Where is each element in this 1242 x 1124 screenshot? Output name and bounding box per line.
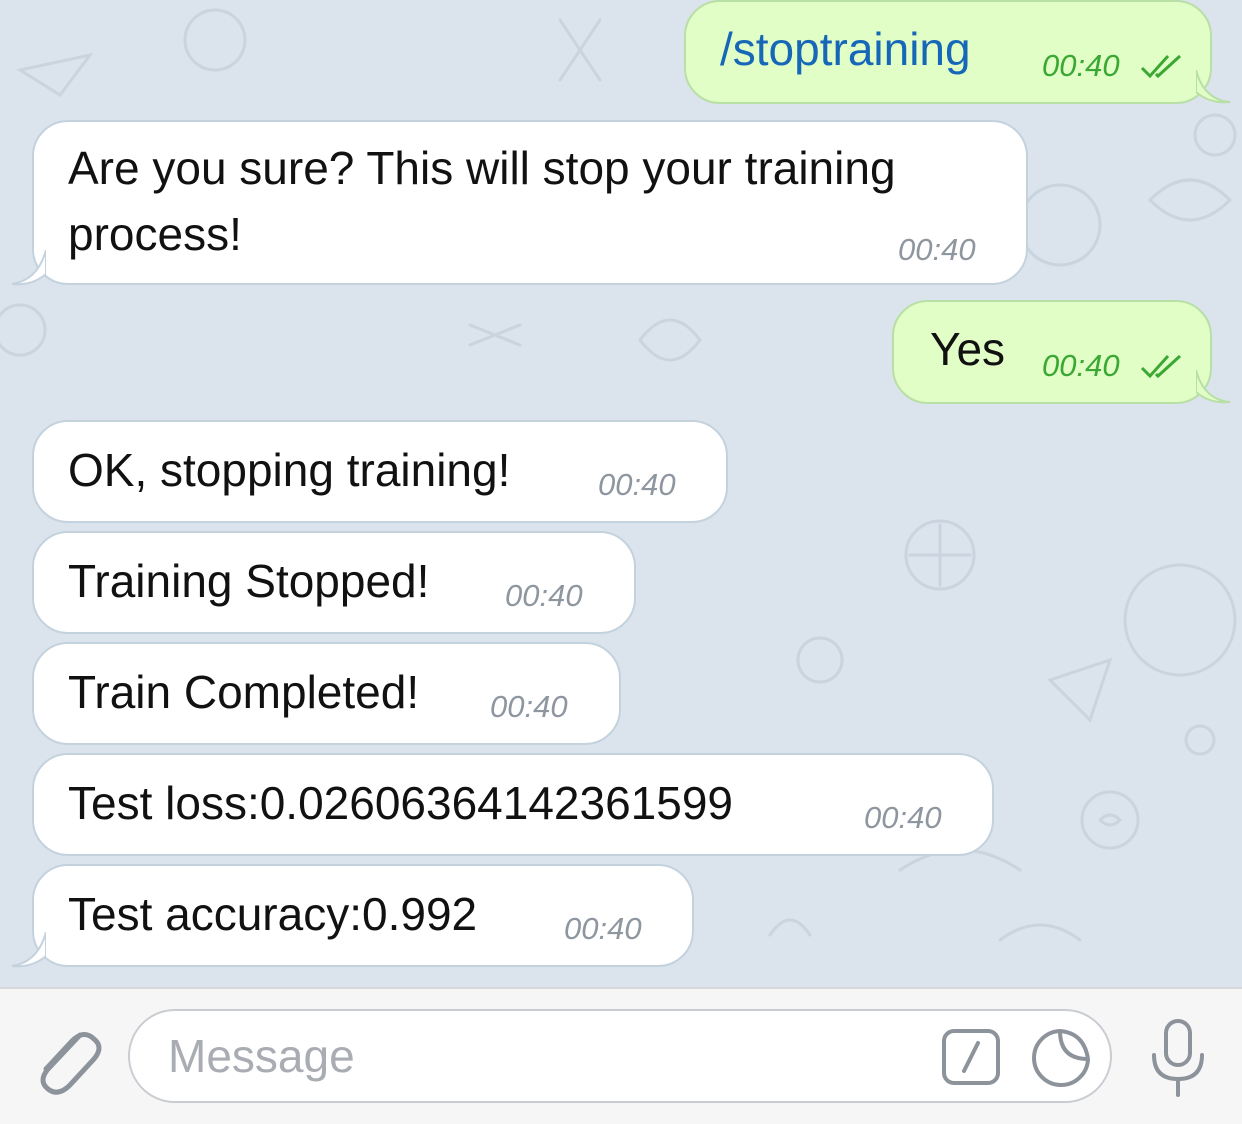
message-text: Test accuracy:0.992 xyxy=(68,888,478,940)
command-link[interactable]: /stoptraining xyxy=(720,15,971,83)
bubble-tail xyxy=(11,932,46,968)
message-text: process! xyxy=(68,208,242,260)
chat-area[interactable]: /stoptraining 00:40 Are you sure? This w… xyxy=(0,0,1242,987)
message-time: 00:40 xyxy=(1042,348,1120,383)
message-time: 00:40 xyxy=(490,689,568,724)
message-text: OK, stopping training! xyxy=(68,444,511,496)
slash-command-icon[interactable] xyxy=(940,1027,1002,1087)
message-text: Are you sure? This will stop your traini… xyxy=(68,142,896,194)
sticker-icon[interactable] xyxy=(1030,1025,1094,1089)
bubble-tail xyxy=(1196,370,1231,404)
double-check-icon xyxy=(1140,354,1182,379)
message-time: 00:40 xyxy=(898,232,976,267)
message-time: 00:40 xyxy=(864,800,942,835)
message-text: Yes xyxy=(930,323,1006,375)
double-check-icon xyxy=(1140,54,1182,79)
message-text: Training Stopped! xyxy=(68,555,430,607)
message-text: Train Completed! xyxy=(68,666,420,718)
microphone-icon[interactable] xyxy=(1146,1017,1210,1101)
message-time: 00:40 xyxy=(564,911,642,946)
message-time: 00:40 xyxy=(1042,48,1120,83)
message-time: 00:40 xyxy=(505,578,583,613)
message-text: Test loss:0.026063641423615​99 xyxy=(68,777,734,829)
message-input-bar: Message xyxy=(0,987,1242,1124)
bubble-tail xyxy=(11,250,46,286)
paperclip-icon[interactable] xyxy=(28,1017,104,1097)
message-placeholder: Message xyxy=(168,1030,355,1082)
message-time: 00:40 xyxy=(598,467,676,502)
bubble-tail xyxy=(1196,70,1231,104)
